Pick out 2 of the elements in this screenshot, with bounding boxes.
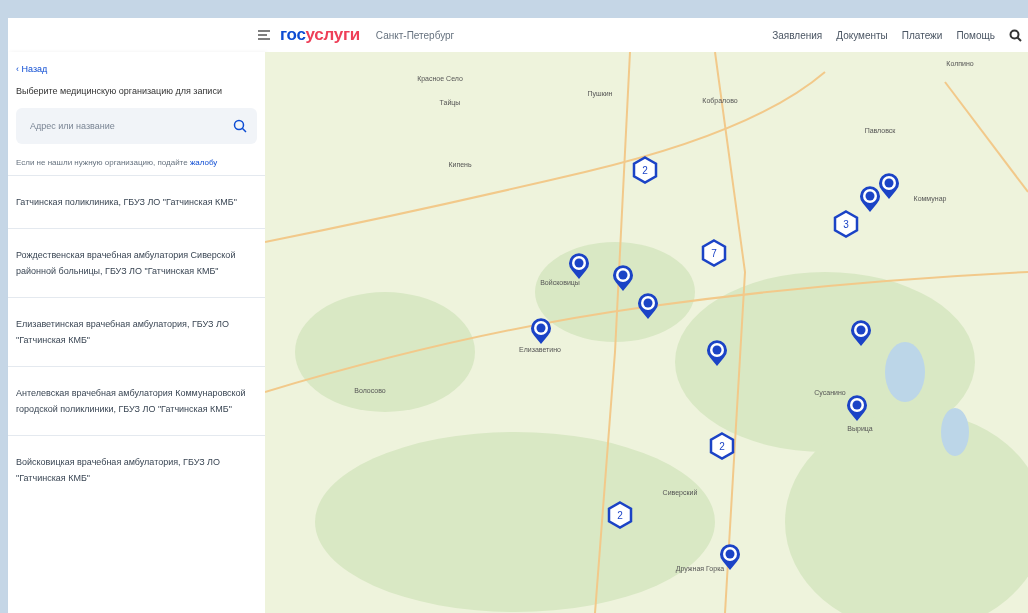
prompt-text: Выберите медицинскую организацию для записи [15, 85, 223, 98]
hint-text: Если не нашли нужную организацию, подайте жалобу [15, 157, 219, 169]
